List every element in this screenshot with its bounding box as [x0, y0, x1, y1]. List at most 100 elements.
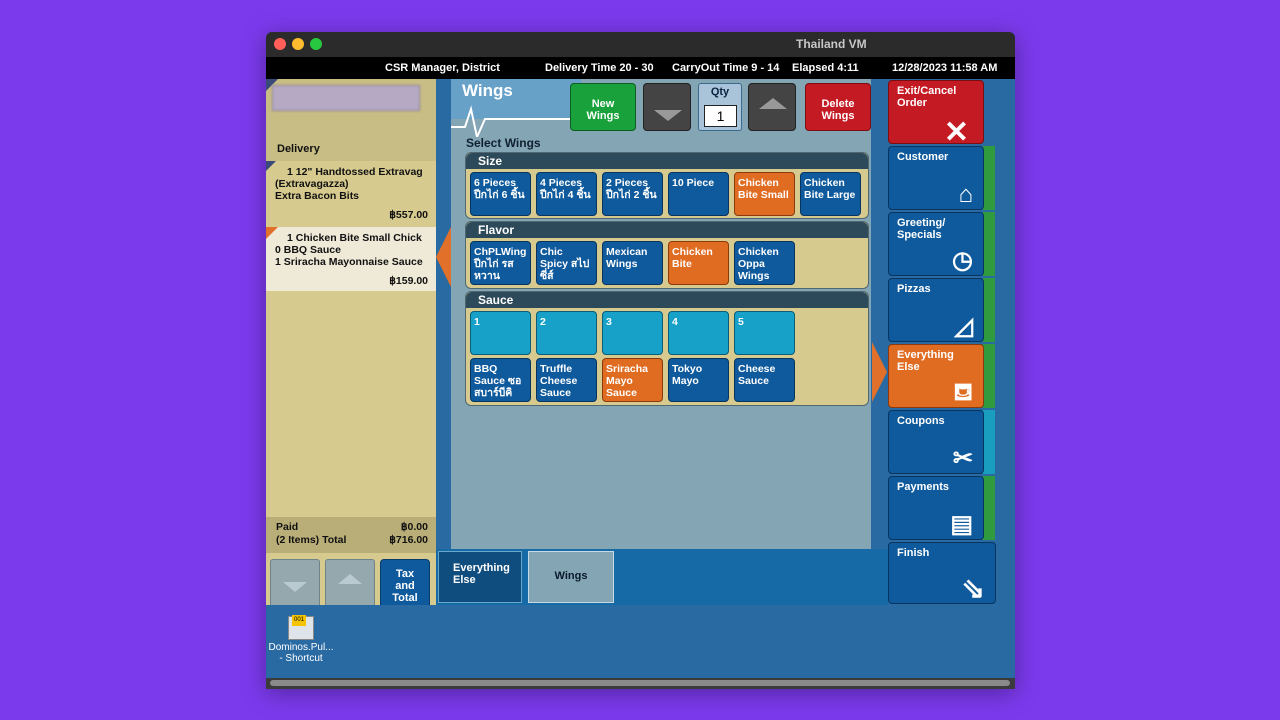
- sauce-slot-1[interactable]: 1: [470, 311, 531, 355]
- nav-accent: [983, 212, 995, 276]
- item-marker: [266, 161, 276, 171]
- scrollbar-thumb[interactable]: [270, 680, 1010, 686]
- nav-coupons[interactable]: Coupons ✂: [888, 410, 984, 474]
- order-item[interactable]: 1 12" Handtossed Extravag (Extravagazza)…: [266, 161, 436, 225]
- paid-label: Paid: [276, 521, 299, 533]
- flavor-chic-spicy-button[interactable]: Chic Spicy สไปซี่ส์: [536, 241, 597, 285]
- flavor-mexican-wings-button[interactable]: Mexican Wings: [602, 241, 663, 285]
- nav-label: Coupons: [897, 415, 945, 427]
- window-titlebar: Thailand VM: [266, 32, 1015, 57]
- customer-header[interactable]: Delivery: [266, 79, 436, 161]
- arrow-right-icon[interactable]: [872, 342, 887, 402]
- close-window-button[interactable]: [274, 38, 286, 50]
- arrow-left-icon[interactable]: [436, 227, 451, 287]
- new-wings-button[interactable]: New Wings: [570, 83, 636, 131]
- nav-label: Greeting/ Specials: [897, 217, 946, 241]
- size-10-piece-button[interactable]: 10 Piece: [668, 172, 729, 216]
- shortcut-label: Dominos.Pul... - Shortcut: [268, 642, 334, 664]
- order-item-selected[interactable]: 1 Chicken Bite Small Chick 0 BBQ Sauce 1…: [266, 227, 436, 291]
- tab-label: Wings: [554, 570, 588, 582]
- order-item-price: ฿159.00: [389, 275, 428, 287]
- chevron-up-icon: [338, 574, 362, 584]
- sauce-cheese-button[interactable]: Cheese Sauce: [734, 358, 795, 402]
- flavor-header: Flavor: [466, 222, 868, 238]
- sauce-slot-3[interactable]: 3: [602, 311, 663, 355]
- select-wings-label: Select Wings: [466, 136, 541, 150]
- sauce-group: Sauce 1 2 3 4 5 BBQ Sauce ซอสบาร์บีคิ Tr…: [465, 291, 869, 406]
- chevron-up-icon: [759, 98, 787, 109]
- scroll-up-button[interactable]: [325, 559, 375, 605]
- nav-everything-else[interactable]: Everything Else ⛾: [888, 344, 984, 408]
- size-4-pieces-button[interactable]: 4 Pieces ปีกไก่ 4 ชิ้น: [536, 172, 597, 216]
- category-tabs: Everything Else Wings: [436, 549, 888, 605]
- cash-register-icon: ▤: [950, 511, 973, 538]
- qty-up-button[interactable]: [748, 83, 796, 131]
- status-bar: CSR Manager, District Delivery Time 20 -…: [266, 57, 1015, 79]
- scroll-down-button[interactable]: [270, 559, 320, 605]
- flavor-chplwing-button[interactable]: ChPLWing ปีกไก่ รสหวาน: [470, 241, 531, 285]
- zoom-window-button[interactable]: [310, 38, 322, 50]
- qty-label: Qty: [710, 86, 730, 98]
- delete-wings-button[interactable]: Delete Wings: [805, 83, 871, 131]
- clock-icon: ◷: [952, 247, 973, 274]
- sauce-slot-5[interactable]: 5: [734, 311, 795, 355]
- close-icon: ✕: [943, 116, 969, 149]
- tax-and-total-button[interactable]: Tax and Total: [380, 559, 430, 605]
- paid-value: ฿0.00: [400, 521, 428, 533]
- exit-arrow-icon: ⇘: [961, 573, 985, 604]
- nav-label: Pizzas: [897, 283, 931, 295]
- nav-pizzas[interactable]: Pizzas ◿: [888, 278, 984, 342]
- order-panel: Delivery 1 12" Handtossed Extravag (Extr…: [266, 79, 436, 605]
- qty-down-button[interactable]: [643, 83, 691, 131]
- exit-cancel-order-label: Exit/Cancel Order: [897, 85, 957, 109]
- drink-fries-icon: ⛾: [953, 379, 973, 406]
- chevron-down-icon: [283, 582, 307, 592]
- sauce-sriracha-mayo-button[interactable]: Sriracha Mayo Sauce: [602, 358, 663, 402]
- new-wings-label: New Wings: [586, 98, 620, 122]
- nav-greeting-specials[interactable]: Greeting/ Specials ◷: [888, 212, 984, 276]
- flavor-chicken-oppa-wings-button[interactable]: Chicken Oppa Wings: [734, 241, 795, 285]
- tab-label: Everything Else: [453, 562, 510, 586]
- shortcut-badge: 001: [292, 615, 307, 626]
- sauce-bbq-button[interactable]: BBQ Sauce ซอสบาร์บีคิ: [470, 358, 531, 402]
- item-marker: [266, 227, 278, 239]
- nav-payments[interactable]: Payments ▤: [888, 476, 984, 540]
- minimize-window-button[interactable]: [292, 38, 304, 50]
- exit-cancel-order-button[interactable]: Exit/Cancel Order ✕: [888, 80, 984, 149]
- nav-finish[interactable]: Finish ⇘: [888, 542, 996, 604]
- size-group: Size 6 Pieces ปีกไก่ 6 ชิ้น 4 Pieces ปีก…: [465, 152, 869, 219]
- sauce-tokyo-mayo-button[interactable]: Tokyo Mayo: [668, 358, 729, 402]
- dominos-pulse-shortcut[interactable]: 001 Dominos.Pul... - Shortcut: [268, 615, 334, 664]
- chevron-down-icon: [654, 110, 682, 121]
- flavor-chicken-bite-button[interactable]: Chicken Bite: [668, 241, 729, 285]
- order-type: Delivery: [277, 143, 320, 155]
- sauce-slot-4[interactable]: 4: [668, 311, 729, 355]
- nav-label: Customer: [897, 151, 949, 163]
- nav-label: Finish: [897, 547, 930, 559]
- tab-wings[interactable]: Wings: [528, 551, 614, 603]
- size-6-pieces-button[interactable]: 6 Pieces ปีกไก่ 6 ชิ้น: [470, 172, 531, 216]
- sauce-slot-2[interactable]: 2: [536, 311, 597, 355]
- horizontal-scrollbar[interactable]: [266, 678, 1015, 689]
- size-header: Size: [466, 153, 868, 169]
- order-item-line: 1 Sriracha Mayonnaise Sauce: [275, 256, 423, 268]
- order-totals: Paid ฿0.00 (2 Items) Total ฿716.00: [266, 517, 436, 553]
- nav-customer[interactable]: Customer ⌂: [888, 146, 984, 210]
- size-chicken-bite-small-button[interactable]: Chicken Bite Small: [734, 172, 795, 216]
- tax-and-total-label: Tax and Total: [392, 568, 418, 604]
- window-title: Thailand VM: [796, 37, 867, 51]
- size-chicken-bite-large-button[interactable]: Chicken Bite Large: [800, 172, 861, 216]
- status-delivery-time: Delivery Time 20 - 30: [545, 62, 654, 74]
- order-item-price: ฿557.00: [389, 209, 428, 221]
- nav-accent: [983, 278, 995, 342]
- customer-name-redacted: [272, 85, 420, 111]
- order-item-line: 1 12" Handtossed Extravag: [287, 166, 423, 178]
- size-2-pieces-button[interactable]: 2 Pieces ปีกไก่ 2 ชิ้น: [602, 172, 663, 216]
- nav-accent: [983, 146, 995, 210]
- sauce-truffle-cheese-button[interactable]: Truffle Cheese Sauce: [536, 358, 597, 402]
- nav-label: Payments: [897, 481, 949, 493]
- nav-accent: [983, 476, 995, 540]
- qty-input[interactable]: 1: [704, 105, 737, 127]
- qty-control: Qty 1: [698, 83, 742, 131]
- tab-everything-else[interactable]: Everything Else: [438, 551, 522, 603]
